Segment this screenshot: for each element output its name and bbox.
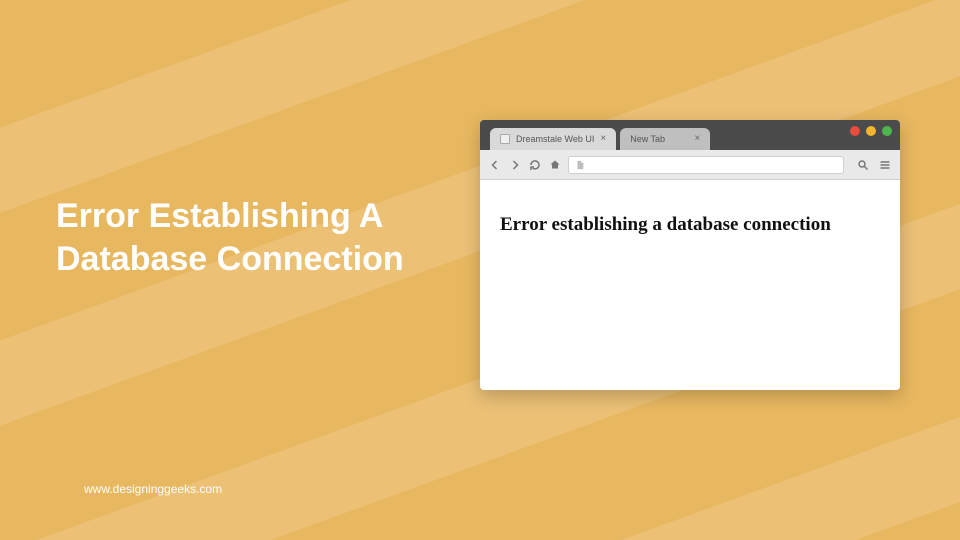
error-heading: Error establishing a database connection (500, 214, 880, 236)
page-favicon-icon (500, 134, 510, 144)
search-icon[interactable] (856, 158, 870, 172)
window-close-icon[interactable] (850, 126, 860, 136)
window-maximize-icon[interactable] (882, 126, 892, 136)
tab-label: New Tab (630, 134, 688, 144)
url-field[interactable] (568, 156, 844, 174)
slide-headline: Error Establishing A Database Connection (56, 195, 436, 280)
page-content: Error establishing a database connection (480, 180, 900, 390)
tab-label: Dreamstale Web UI (516, 134, 594, 144)
tab-new[interactable]: New Tab × (620, 128, 710, 150)
close-icon[interactable]: × (600, 134, 606, 144)
tab-active[interactable]: Dreamstale Web UI × (490, 128, 616, 150)
browser-toolbar (480, 150, 900, 180)
reload-icon[interactable] (528, 158, 542, 172)
window-minimize-icon[interactable] (866, 126, 876, 136)
document-icon (575, 159, 585, 171)
menu-icon[interactable] (878, 158, 892, 172)
browser-titlebar: Dreamstale Web UI × New Tab × (480, 120, 900, 150)
home-icon[interactable] (548, 158, 562, 172)
window-controls (850, 126, 892, 136)
forward-icon[interactable] (508, 158, 522, 172)
back-icon[interactable] (488, 158, 502, 172)
browser-window: Dreamstale Web UI × New Tab × (480, 120, 900, 390)
slide-stage: Error Establishing A Database Connection… (0, 0, 960, 540)
toolbar-right-icons (856, 158, 892, 172)
close-icon[interactable]: × (694, 134, 700, 144)
footer-url: www.designinggeeks.com (84, 482, 222, 496)
